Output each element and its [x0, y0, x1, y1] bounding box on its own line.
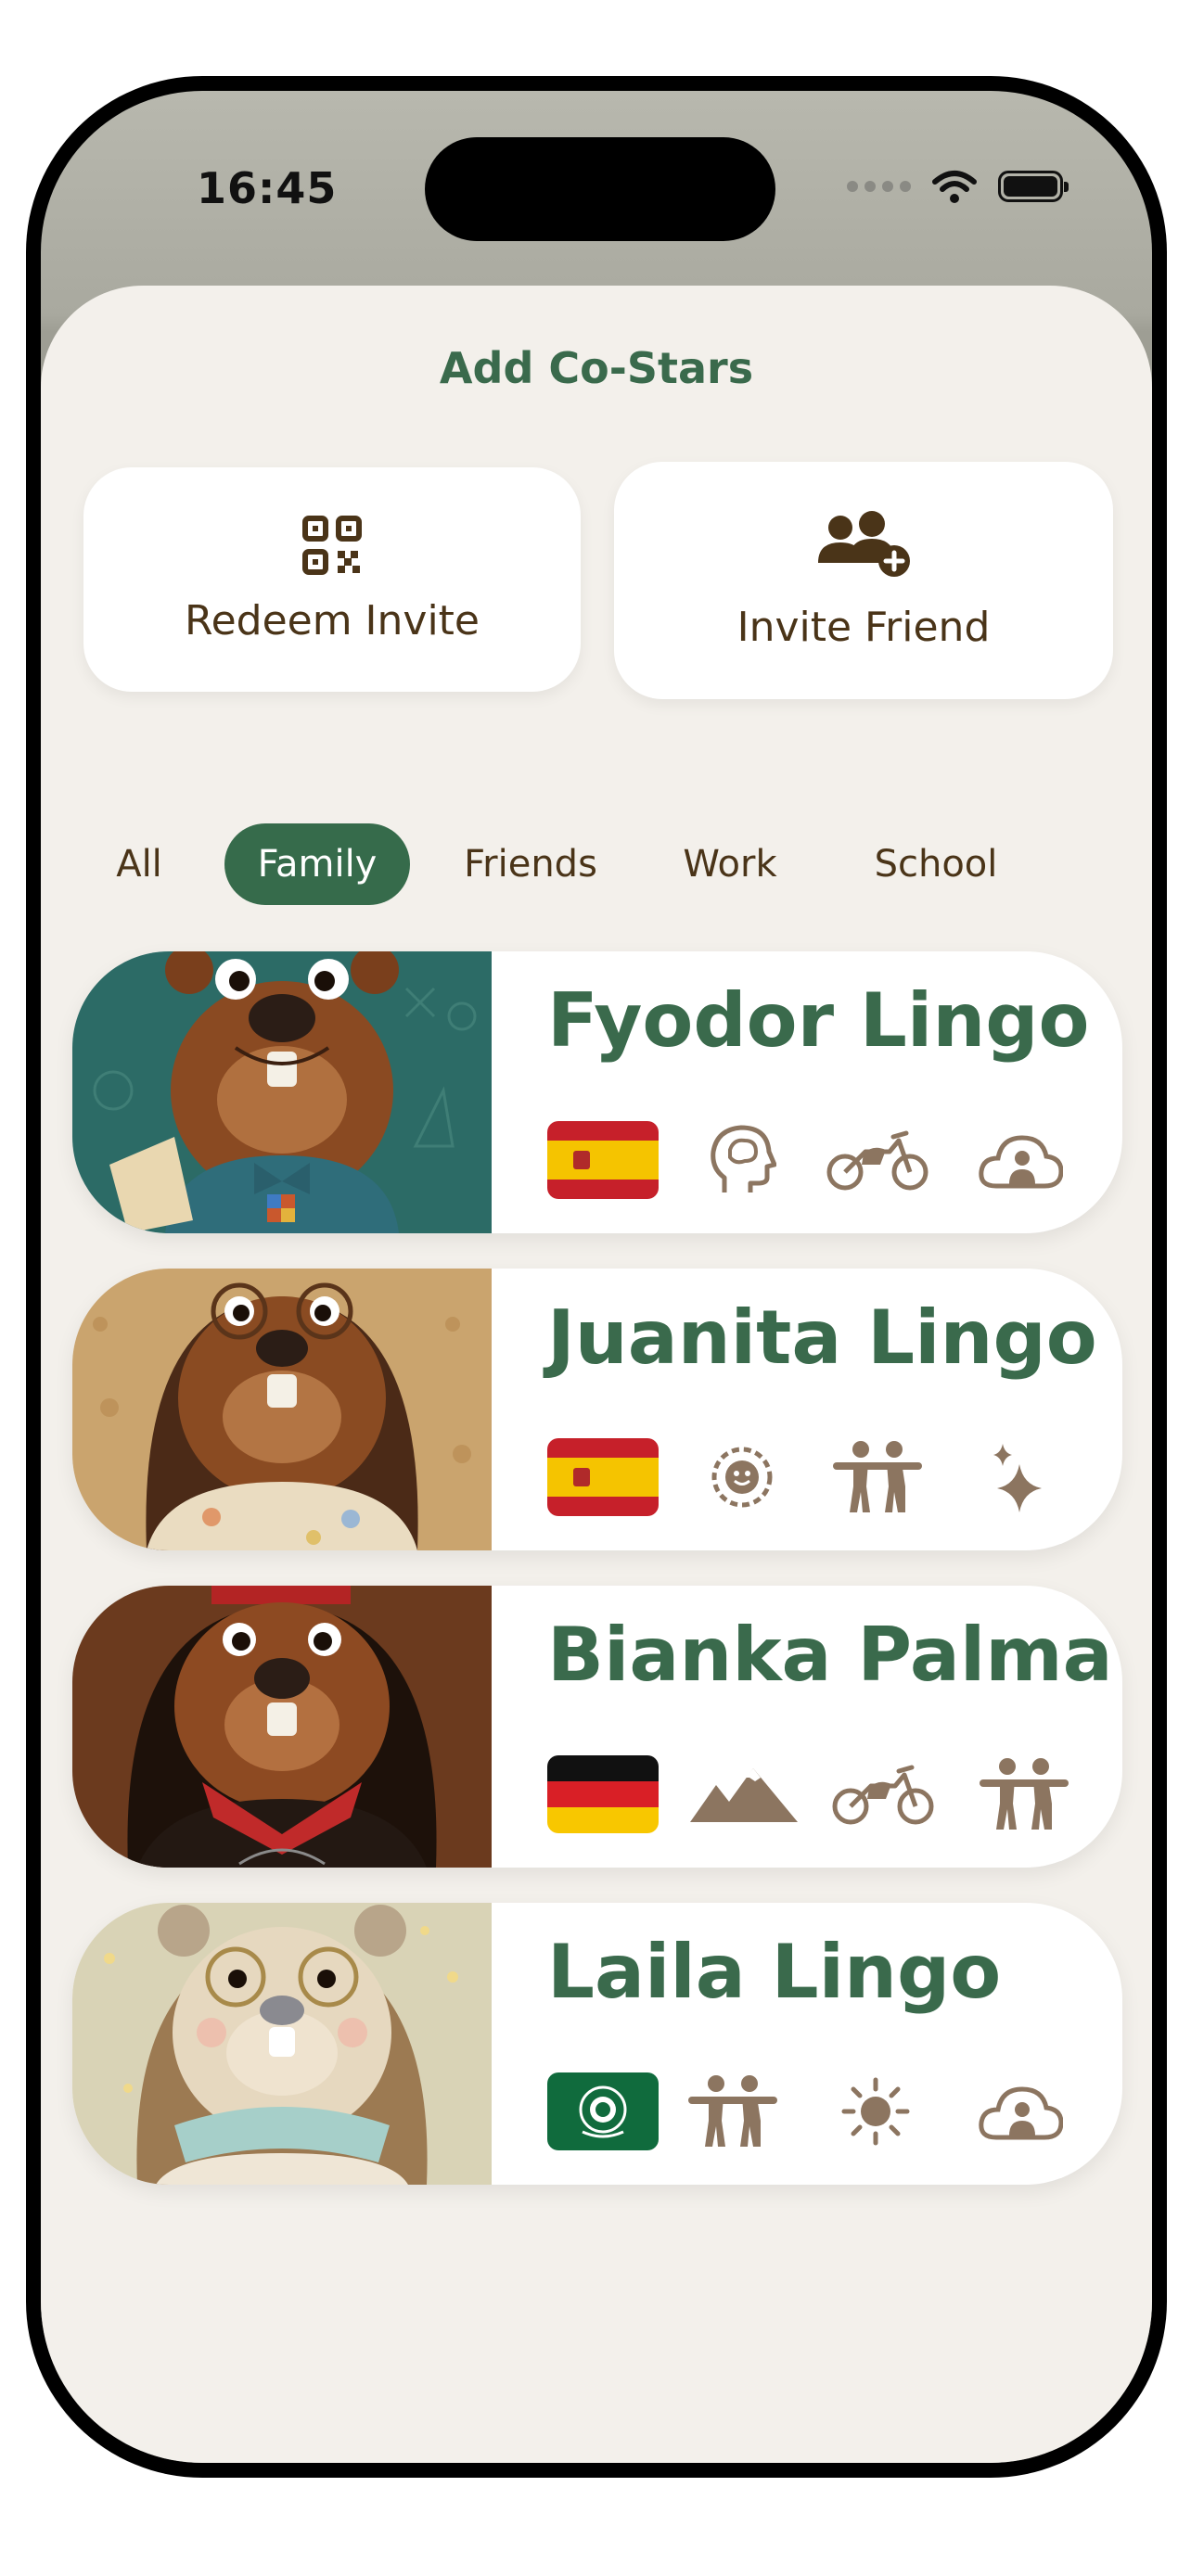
- contact-tags: [547, 2070, 1067, 2153]
- sun-icon: [839, 2070, 913, 2153]
- redeem-invite-button[interactable]: Redeem Invite: [83, 467, 581, 692]
- contact-tags: [547, 1435, 1067, 1519]
- filter-work[interactable]: Work: [660, 823, 800, 905]
- redeem-invite-label: Redeem Invite: [184, 596, 480, 644]
- arab-league-flag-icon: [547, 2070, 659, 2153]
- avatar: [72, 1586, 492, 1868]
- spain-flag-icon: [547, 1435, 659, 1519]
- motorcycle-icon: [822, 1118, 933, 1202]
- filter-tabs: All Family Friends Work School: [41, 823, 1152, 907]
- add-costars-sheet: Add Co-Stars Redeem Invite Invite Friend…: [41, 286, 1152, 2463]
- wifi-icon: [932, 171, 977, 203]
- add-people-icon: [818, 510, 910, 577]
- status-indicators: [847, 169, 1069, 204]
- two-people-icon: [686, 2070, 779, 2153]
- contact-name: Bianka Palma: [547, 1612, 1113, 1698]
- filter-friends[interactable]: Friends: [445, 823, 616, 905]
- motorcycle-icon: [827, 1753, 939, 1836]
- mountains-icon: [686, 1753, 801, 1836]
- cloud-person-icon: [974, 1118, 1067, 1202]
- battery-icon: [998, 171, 1069, 202]
- brain-head-icon: [705, 1118, 779, 1202]
- contact-card[interactable]: Juanita Lingo: [72, 1269, 1122, 1550]
- sheet-title: Add Co-Stars: [439, 343, 754, 393]
- filter-all[interactable]: All: [93, 823, 186, 905]
- filter-school[interactable]: School: [848, 823, 1024, 905]
- contact-name: Juanita Lingo: [547, 1294, 1097, 1381]
- invite-friend-button[interactable]: Invite Friend: [614, 462, 1113, 699]
- filter-family[interactable]: Family: [224, 823, 410, 905]
- contact-name: Fyodor Lingo: [547, 977, 1090, 1064]
- screen: 16:45 Add Co-Stars Redeem Invite Invite …: [41, 91, 1152, 2463]
- smiley-badge-icon: [705, 1435, 779, 1519]
- qr-code-icon: [302, 515, 362, 575]
- sparkles-icon: [983, 1435, 1057, 1519]
- contact-card[interactable]: Laila Lingo: [72, 1903, 1122, 2185]
- contact-name: Laila Lingo: [547, 1929, 1002, 2015]
- contact-card[interactable]: Fyodor Lingo: [72, 951, 1122, 1233]
- status-time: 16:45: [197, 163, 338, 213]
- avatar: [72, 951, 492, 1233]
- contact-tags: [547, 1753, 1070, 1836]
- germany-flag-icon: [547, 1753, 659, 1836]
- spain-flag-icon: [547, 1118, 659, 1202]
- two-people-icon: [978, 1753, 1070, 1836]
- dynamic-island: [425, 137, 775, 241]
- invite-friend-label: Invite Friend: [736, 603, 991, 651]
- two-people-icon: [831, 1435, 924, 1519]
- cellular-signal-icon: [847, 181, 911, 192]
- avatar: [72, 1269, 492, 1550]
- avatar: [72, 1903, 492, 2185]
- contact-tags: [547, 1118, 1067, 1202]
- contact-card[interactable]: Bianka Palma: [72, 1586, 1122, 1868]
- cloud-person-icon: [974, 2070, 1067, 2153]
- phone-frame: 16:45 Add Co-Stars Redeem Invite Invite …: [26, 76, 1167, 2478]
